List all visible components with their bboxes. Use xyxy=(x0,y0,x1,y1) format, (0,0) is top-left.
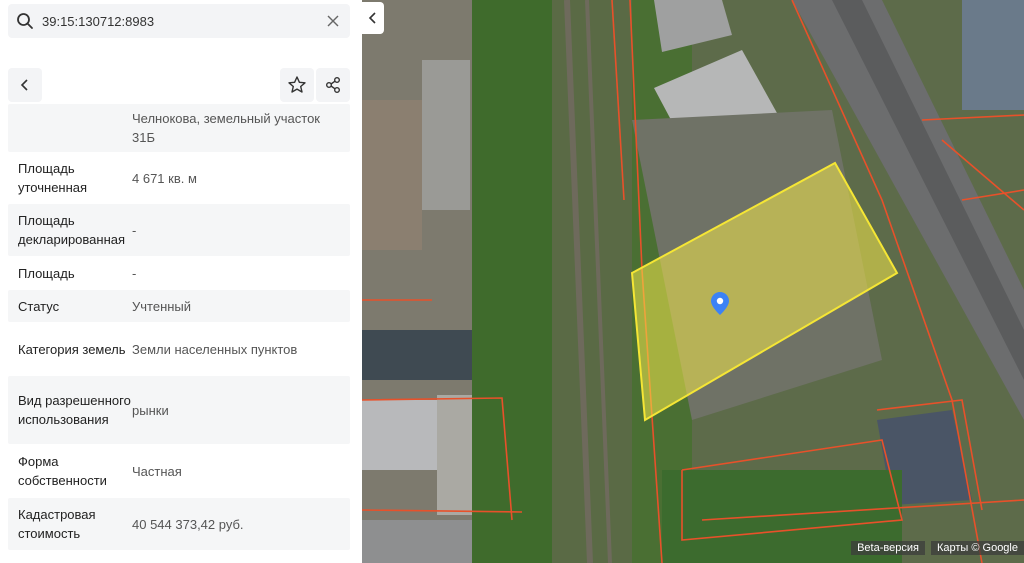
property-value: Челнокова, земельный участок 31Б xyxy=(132,111,320,145)
property-label: Площадь xyxy=(18,265,75,281)
share-button[interactable] xyxy=(316,68,350,102)
search-bar xyxy=(8,4,350,38)
property-row-address: Челнокова, земельный участок 31Б xyxy=(8,104,350,152)
share-icon xyxy=(326,77,340,93)
property-label: Категория земель xyxy=(18,341,126,357)
property-label: Статус xyxy=(18,298,60,314)
chevron-left-icon xyxy=(20,79,28,91)
star-icon xyxy=(288,76,306,93)
property-row-ownership: Форма собственности Частная xyxy=(8,444,350,498)
property-row-permitted-use: Вид разрешенного использования рынки xyxy=(8,376,350,444)
property-row-cadastral-value: Кадастровая стоимость 40 544 373,42 руб. xyxy=(8,498,350,550)
property-label: Площадь уточненная xyxy=(18,161,88,195)
map-attribution: Beta-версия Карты © Google xyxy=(851,541,1024,555)
map-provider-label[interactable]: Карты © Google xyxy=(930,541,1024,555)
favorite-button[interactable] xyxy=(280,68,314,102)
collapse-panel-button[interactable] xyxy=(362,2,384,34)
property-value: рынки xyxy=(132,402,169,418)
property-row-area-refined: Площадь уточненная 4 671 кв. м xyxy=(8,152,350,204)
property-list: Челнокова, земельный участок 31Б Площадь… xyxy=(8,104,350,550)
property-value: Частная xyxy=(132,463,182,479)
satellite-map[interactable] xyxy=(362,0,1024,563)
property-value: 4 671 кв. м xyxy=(132,170,197,186)
property-value: - xyxy=(132,265,137,281)
property-row-area: Площадь - xyxy=(8,256,350,290)
property-label: Кадастровая стоимость xyxy=(18,507,96,541)
property-label: Площадь декларированная xyxy=(18,213,126,247)
map-view[interactable]: Beta-версия Карты © Google xyxy=(362,0,1024,563)
close-icon[interactable] xyxy=(324,12,342,30)
beta-label: Beta-версия xyxy=(851,541,925,555)
search-input[interactable] xyxy=(42,13,312,29)
back-button[interactable] xyxy=(8,68,42,102)
property-row-status: Статус Учтенный xyxy=(8,290,350,322)
chevron-left-icon xyxy=(368,12,376,24)
property-value: Земли населенных пунктов xyxy=(132,341,298,357)
property-label: Форма собственности xyxy=(18,454,107,488)
property-label: Вид разрешенного использования xyxy=(18,393,131,427)
info-panel: Челнокова, земельный участок 31Б Площадь… xyxy=(0,0,360,563)
search-icon[interactable] xyxy=(8,4,42,38)
card-toolbar xyxy=(8,68,350,102)
property-value: - xyxy=(132,222,137,238)
property-row-area-declared: Площадь декларированная - xyxy=(8,204,350,256)
property-row-land-category: Категория земель Земли населенных пункто… xyxy=(8,322,350,376)
property-value: 40 544 373,42 руб. xyxy=(132,516,244,532)
property-value: Учтенный xyxy=(132,298,192,314)
